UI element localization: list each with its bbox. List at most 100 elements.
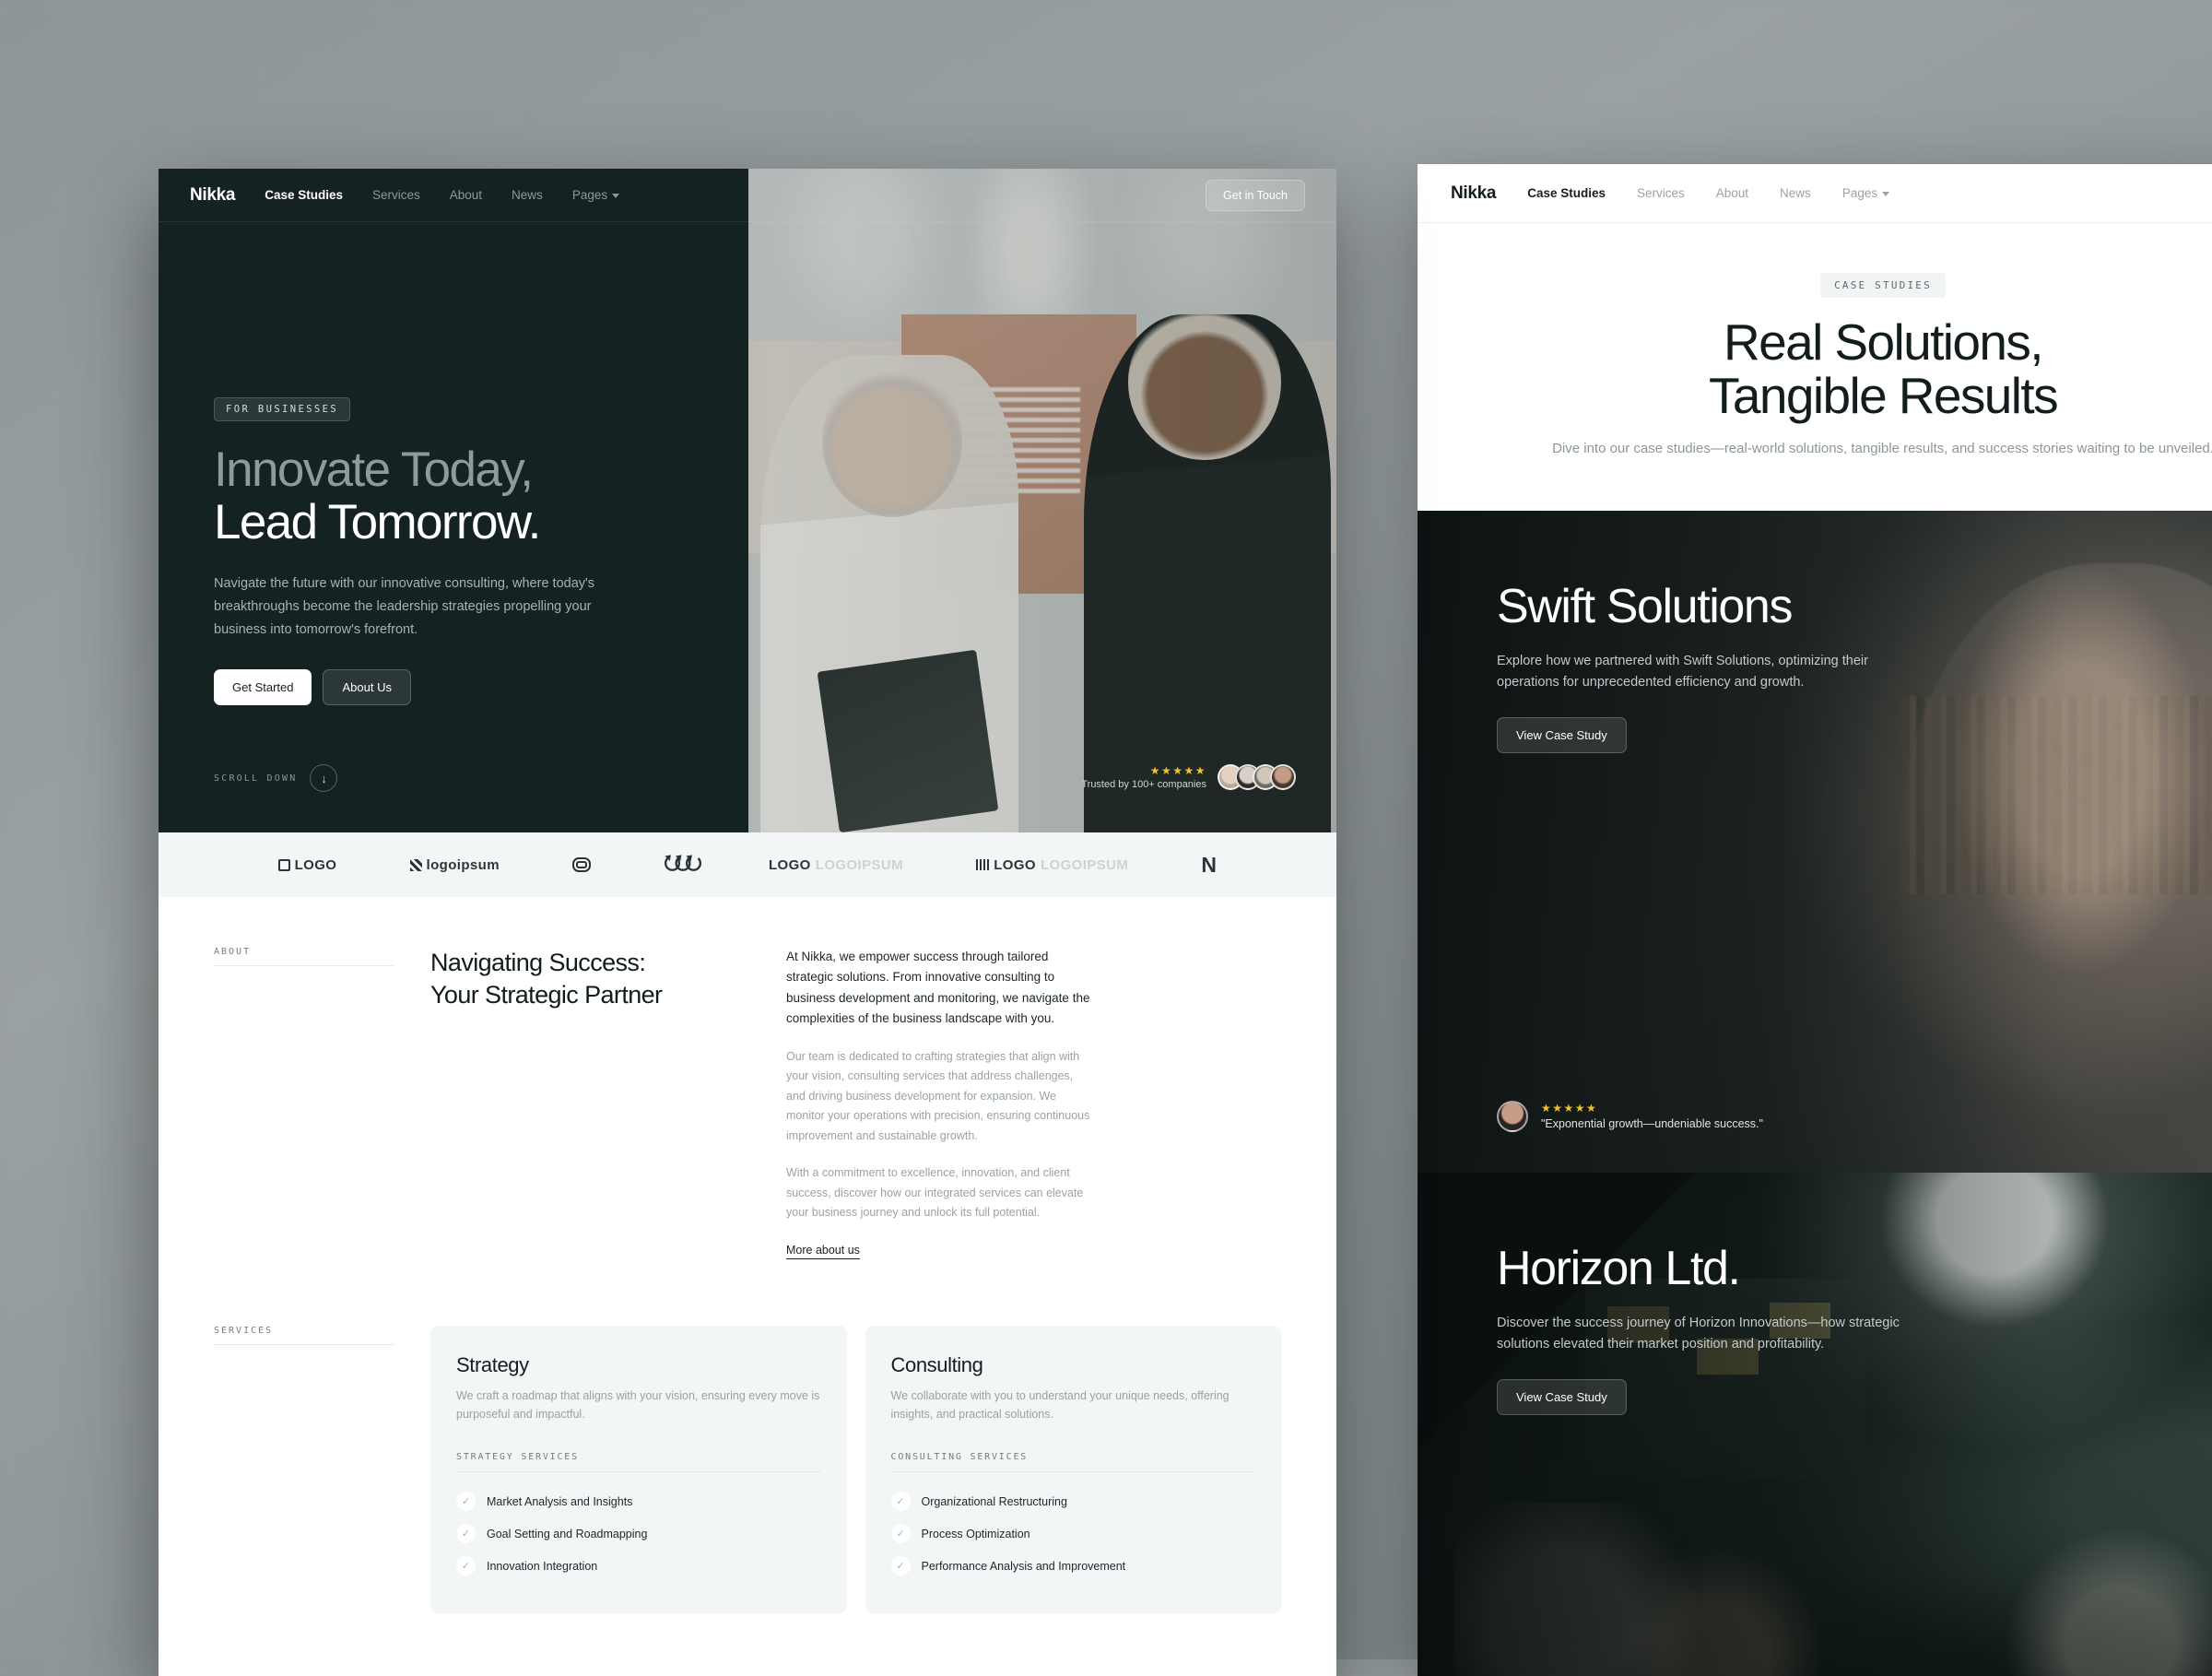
nav-link-pages[interactable]: Pages [571, 188, 620, 202]
client-logo-1: LOGO [277, 856, 337, 873]
services-section: SERVICES Strategy We craft a roadmap tha… [159, 1258, 1336, 1614]
nav-link-pages-label: Pages [571, 188, 608, 202]
nav-link-case-studies[interactable]: Case Studies [1527, 186, 1606, 200]
view-case-study-button-horizon[interactable]: View Case Study [1497, 1379, 1627, 1416]
hero-tag: FOR BUSINESSES [214, 397, 351, 421]
about-text-column: At Nikka, we empower success through tai… [786, 947, 1095, 1259]
about-us-button[interactable]: About Us [323, 669, 411, 706]
list-item: ✓ Process Optimization [890, 1517, 1256, 1550]
case-card-horizon-ltd[interactable]: Horizon Ltd. Discover the success journe… [1418, 1172, 2212, 1676]
hero-section: Nikka Case Studies Services About News P… [159, 169, 1336, 832]
brand-logo[interactable]: Nikka [1451, 183, 1497, 204]
nav-link-case-studies[interactable]: Case Studies [265, 188, 343, 202]
logo-mark-dots-icon [409, 858, 422, 871]
case-description-swift: Explore how we partnered with Swift Solu… [1497, 653, 1868, 690]
list-item: ✓ Goal Setting and Roadmapping [456, 1517, 821, 1550]
nav-link-about[interactable]: About [450, 188, 482, 202]
client-logo-5: LOGO LOGOIPSUM [768, 856, 904, 873]
case-text-swift: Swift Solutions Explore how we partnered… [1497, 579, 2013, 754]
service-card-strategy-list-label: STRATEGY SERVICES [456, 1452, 821, 1473]
client-logo-2-label: logoipsum [426, 856, 500, 873]
check-icon: ✓ [456, 1556, 476, 1576]
list-item-label: Organizational Restructuring [921, 1494, 1067, 1508]
services-eyebrow: SERVICES [214, 1326, 394, 1345]
hero-copy: FOR BUSINESSES Innovate Today, Lead Tomo… [214, 397, 730, 706]
trust-label: Trusted by 100+ companies [1081, 779, 1206, 790]
nav-link-services[interactable]: Services [372, 188, 420, 202]
case-studies-title: Real Solutions, Tangible Results [1482, 315, 2212, 424]
list-item-label: Goal Setting and Roadmapping [487, 1527, 648, 1540]
list-item: ✓ Organizational Restructuring [890, 1485, 1256, 1517]
get-in-touch-button[interactable]: Get in Touch [1206, 179, 1305, 211]
hero-title: Innovate Today, Lead Tomorrow. [214, 443, 730, 549]
arrow-down-icon[interactable]: ↓ [310, 764, 338, 792]
about-eyebrow: ABOUT [214, 947, 394, 966]
case-studies-subtitle: Dive into our case studies—real-world so… [1552, 440, 2212, 456]
about-paragraph-2: Our team is dedicated to crafting strate… [786, 1049, 1090, 1142]
list-item: ✓ Innovation Integration [456, 1550, 821, 1582]
about-heading: Navigating Success: Your Strategic Partn… [430, 947, 744, 1011]
avatar [1270, 764, 1296, 790]
about-heading-line2: Your Strategic Partner [430, 981, 663, 1009]
check-icon: ✓ [890, 1492, 911, 1512]
get-started-button[interactable]: Get Started [214, 669, 312, 706]
rating-stars: ★★★★★ [1541, 1102, 1598, 1115]
about-eyebrow-column: ABOUT [214, 947, 394, 1259]
check-icon: ✓ [456, 1524, 476, 1544]
client-logo-7: N [1201, 853, 1217, 878]
brand-logo[interactable]: Nikka [190, 185, 236, 206]
chevron-down-icon [612, 193, 620, 198]
services-eyebrow-column: SERVICES [214, 1326, 394, 1614]
client-logo-5-label: LOGOIPSUM [815, 856, 904, 873]
client-logo-7-label: N [1201, 852, 1218, 877]
service-card-consulting[interactable]: Consulting We collaborate with you to un… [865, 1325, 1281, 1614]
about-section: ABOUT Navigating Success: Your Strategic… [159, 897, 1336, 1259]
list-item: ✓ Performance Analysis and Improvement [890, 1550, 1256, 1582]
client-logo-strip: LOGO logoipsum ⭮⭮⭮ LOGO LOGOIPSUM LOGO LOG… [159, 832, 1336, 897]
nav-link-news[interactable]: News [1780, 186, 1811, 200]
nav-link-news[interactable]: News [512, 188, 543, 202]
hero-buttons: Get Started About Us [214, 669, 730, 706]
list-item-label: Performance Analysis and Improvement [921, 1559, 1126, 1573]
avatar [1497, 1100, 1528, 1132]
scroll-down-indicator[interactable]: SCROLL DOWN ↓ [214, 764, 338, 792]
case-title-horizon: Horizon Ltd. [1497, 1241, 1741, 1295]
list-item-label: Market Analysis and Insights [487, 1494, 633, 1508]
view-case-study-button-swift[interactable]: View Case Study [1497, 717, 1627, 754]
about-heading-column: Navigating Success: Your Strategic Partn… [430, 947, 744, 1259]
client-logo-6-label: LOGOIPSUM [1040, 856, 1129, 873]
nav-link-pages[interactable]: Pages [1841, 186, 1890, 200]
more-about-us-link[interactable]: More about us [786, 1244, 860, 1259]
nav-link-about[interactable]: About [1716, 186, 1748, 200]
case-studies-browser-panel: Nikka Case Studies Services About News P… [1418, 164, 2212, 1676]
client-logo-1-label: LOGO [294, 856, 337, 873]
client-logo-4: ⭮⭮⭮ [664, 847, 701, 882]
nav-link-pages-label: Pages [1841, 186, 1878, 200]
service-card-strategy-title: Strategy [456, 1352, 529, 1376]
trust-badge: ★★★★★ Trusted by 100+ companies [1081, 764, 1296, 790]
testimonial-quote: "Exponential growth—undeniable success." [1541, 1117, 1763, 1131]
list-item: ✓ Market Analysis and Insights [456, 1485, 821, 1517]
scroll-down-label: SCROLL DOWN [214, 773, 298, 784]
case-studies-hero: CASE STUDIES Real Solutions, Tangible Re… [1418, 223, 2212, 511]
case-studies-title-line2: Tangible Results [1709, 366, 2059, 424]
service-card-consulting-list: ✓ Organizational Restructuring ✓ Process O… [890, 1485, 1256, 1582]
case-testimonial-swift: ★★★★★ "Exponential growth—undeniable suc… [1497, 1100, 1763, 1132]
avatar-group [1218, 764, 1296, 790]
hero-title-line2: Lead Tomorrow. [214, 495, 541, 550]
service-card-consulting-description: We collaborate with you to understand yo… [890, 1388, 1230, 1422]
service-card-strategy[interactable]: Strategy We craft a roadmap that aligns … [430, 1325, 847, 1614]
chevron-down-icon [1882, 191, 1890, 196]
about-heading-line1: Navigating Success: [430, 949, 646, 976]
case-text-horizon: Horizon Ltd. Discover the success journe… [1497, 1241, 2013, 1416]
case-card-swift-solutions[interactable]: Swift Solutions Explore how we partnered… [1418, 510, 2212, 1173]
check-icon: ✓ [890, 1556, 911, 1576]
logo-mark-circle-icon [572, 857, 592, 872]
client-logo-3 [572, 857, 592, 872]
rating-stars: ★★★★★ [1149, 764, 1206, 777]
home-navbar: Nikka Case Studies Services About News P… [159, 169, 1336, 222]
case-title-swift: Swift Solutions [1497, 579, 1793, 633]
nav-link-services[interactable]: Services [1637, 186, 1685, 200]
hero-title-line1: Innovate Today, [214, 443, 534, 497]
check-icon: ✓ [456, 1492, 476, 1512]
